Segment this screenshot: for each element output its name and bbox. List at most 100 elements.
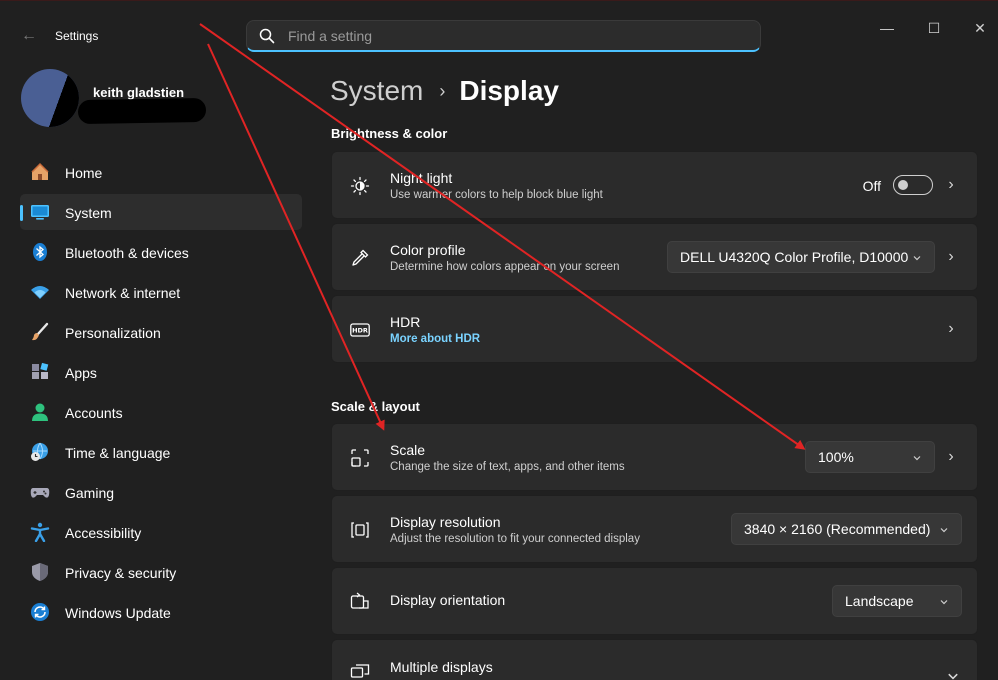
bluetooth-icon: [33, 243, 47, 261]
globe-clock-icon: [31, 442, 48, 461]
multiple-displays-title: Multiple displays: [390, 659, 493, 675]
scale-value: 100%: [818, 449, 854, 465]
sidebar-item-label: Home: [65, 165, 103, 181]
minimize-button[interactable]: —: [873, 15, 901, 41]
search-input[interactable]: Find a setting: [288, 28, 372, 44]
title-bar: ← Settings Find a setting — ☐ ✕: [0, 1, 998, 71]
night-light-card[interactable]: Night light Use warmer colors to help bl…: [331, 151, 978, 219]
display-resolution-dropdown[interactable]: 3840 × 2160 (Recommended): [731, 513, 962, 545]
chevron-down-icon: [913, 256, 921, 261]
chevron-down-icon: [940, 528, 948, 533]
scale-dropdown[interactable]: 100%: [805, 441, 935, 473]
sidebar-item-privacy-security[interactable]: Privacy & security: [20, 554, 302, 590]
close-icon: ✕: [974, 20, 986, 36]
night-light-desc: Use warmer colors to help block blue lig…: [390, 189, 603, 201]
maximize-button[interactable]: ☐: [920, 15, 948, 41]
sidebar-item-label: Accessibility: [65, 525, 142, 541]
sidebar-item-home[interactable]: Home: [20, 154, 302, 190]
sidebar-item-label: Windows Update: [65, 605, 171, 621]
apps-icon: [32, 362, 49, 379]
scale-icon: [351, 449, 369, 467]
chevron-down-icon: [940, 600, 948, 605]
sidebar-item-personalization[interactable]: Personalization: [20, 314, 302, 350]
avatar[interactable]: [21, 69, 79, 127]
sidebar-item-label: Personalization: [65, 325, 161, 341]
sidebar-item-windows-update[interactable]: Windows Update: [20, 594, 302, 630]
sidebar-item-accounts[interactable]: Accounts: [20, 394, 302, 430]
sidebar-item-apps[interactable]: Apps: [20, 354, 302, 390]
chevron-right-icon[interactable]: ›: [943, 448, 959, 466]
chevron-right-icon[interactable]: ›: [943, 248, 959, 266]
night-light-state: Off: [862, 178, 881, 194]
color-profile-dropdown[interactable]: DELL U4320Q Color Profile, D10000: [667, 241, 935, 273]
chevron-right-icon[interactable]: ›: [943, 176, 959, 194]
sidebar-item-label: Bluetooth & devices: [65, 245, 189, 261]
app-title: Settings: [55, 29, 99, 43]
search-icon: [259, 28, 275, 44]
search-box[interactable]: Find a setting: [246, 20, 761, 52]
section-title-scale-layout: Scale & layout: [331, 399, 420, 414]
scale-desc: Change the size of text, apps, and other…: [390, 461, 625, 473]
svg-text:HDR: HDR: [352, 327, 368, 335]
sidebar-nav: Home System Bluetooth & devices Network …: [20, 154, 302, 634]
sidebar-item-bluetooth[interactable]: Bluetooth & devices: [20, 234, 302, 270]
display-resolution-value: 3840 × 2160 (Recommended): [744, 521, 931, 537]
resolution-icon: [351, 522, 369, 538]
gamepad-icon: [30, 488, 50, 498]
display-orientation-value: Landscape: [845, 593, 914, 609]
display-orientation-title: Display orientation: [390, 592, 506, 608]
scale-card[interactable]: Scale Change the size of text, apps, and…: [331, 423, 978, 491]
chevron-down-icon: [913, 456, 921, 461]
display-resolution-title: Display resolution: [390, 514, 501, 530]
scale-title: Scale: [390, 442, 426, 458]
color-profile-title: Color profile: [390, 242, 466, 258]
multiple-displays-card[interactable]: Multiple displays: [331, 639, 978, 680]
maximize-icon: ☐: [927, 20, 941, 36]
multiple-displays-icon: [350, 664, 370, 678]
accounts-icon: [32, 403, 48, 421]
page-title: Display: [459, 75, 559, 106]
hdr-card[interactable]: HDR HDR More about HDR ›: [331, 295, 978, 363]
display-orientation-card: Display orientation Landscape: [331, 567, 978, 635]
night-light-title: Night light: [390, 170, 453, 186]
breadcrumb: System › Display: [330, 71, 559, 111]
hdr-link[interactable]: More about HDR: [390, 333, 480, 345]
display-orientation-dropdown[interactable]: Landscape: [832, 585, 962, 617]
shield-icon: [32, 563, 48, 581]
home-icon: [31, 162, 49, 180]
sidebar-item-label: Time & language: [65, 445, 171, 461]
sidebar-item-label: Apps: [65, 365, 97, 381]
sidebar-item-label: Accounts: [65, 405, 123, 421]
color-profile-desc: Determine how colors appear on your scre…: [390, 261, 620, 273]
back-arrow-icon: ←: [21, 27, 37, 44]
sidebar-item-accessibility[interactable]: Accessibility: [20, 514, 302, 550]
sidebar-item-label: Network & internet: [65, 285, 181, 301]
sidebar-item-gaming[interactable]: Gaming: [20, 474, 302, 510]
orientation-icon: [350, 592, 369, 609]
sidebar-item-label: System: [65, 205, 112, 221]
sidebar-item-time-language[interactable]: Time & language: [20, 434, 302, 470]
settings-window: ← Settings Find a setting — ☐ ✕ keith gl…: [0, 0, 998, 680]
sidebar-item-label: Privacy & security: [65, 565, 177, 581]
chevron-right-icon[interactable]: ›: [943, 320, 959, 338]
breadcrumb-parent[interactable]: System: [330, 75, 423, 107]
wifi-icon: [31, 286, 49, 299]
back-button[interactable]: ←: [16, 25, 42, 47]
brush-icon: [32, 322, 49, 341]
section-title-brightness: Brightness & color: [331, 126, 448, 141]
update-icon: [31, 603, 49, 621]
sidebar-item-network[interactable]: Network & internet: [20, 274, 302, 310]
color-profile-card[interactable]: Color profile Determine how colors appea…: [331, 223, 978, 291]
breadcrumb-separator-icon: ›: [439, 80, 446, 101]
close-button[interactable]: ✕: [966, 15, 994, 41]
minimize-icon: —: [880, 20, 894, 36]
sidebar-item-label: Gaming: [65, 485, 115, 501]
color-profile-value: DELL U4320Q Color Profile, D10000: [680, 249, 909, 265]
sidebar-item-system[interactable]: System: [20, 194, 302, 230]
night-light-toggle[interactable]: [893, 175, 933, 195]
display-resolution-desc: Adjust the resolution to fit your connec…: [390, 533, 640, 545]
accessibility-icon: [30, 522, 50, 542]
redaction-scribble: [77, 97, 207, 125]
hdr-title: HDR: [390, 314, 421, 330]
chevron-down-icon[interactable]: [947, 670, 959, 680]
